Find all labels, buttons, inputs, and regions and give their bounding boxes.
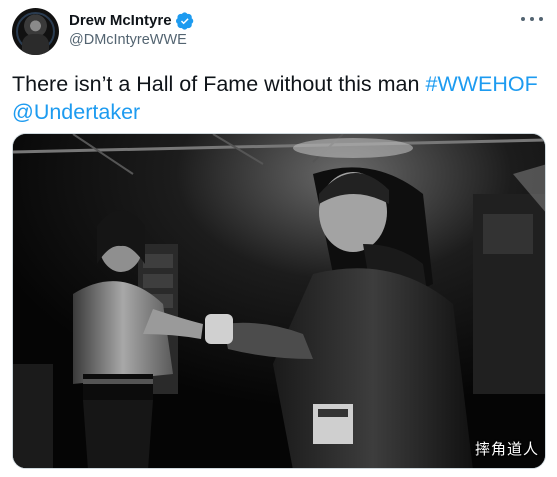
author-display-name[interactable]: Drew McIntyre bbox=[69, 11, 172, 30]
more-options-icon[interactable] bbox=[521, 12, 543, 26]
tweet-card: Drew McIntyre @DMcIntyreWWE There isn’t … bbox=[0, 0, 557, 477]
author-name-row[interactable]: Drew McIntyre bbox=[69, 11, 194, 30]
photo-watermark: 摔角道人 bbox=[474, 440, 539, 458]
hashtag-link[interactable]: #WWEHOF bbox=[425, 72, 537, 96]
tweet-text: There isn’t a Hall of Fame without this … bbox=[12, 70, 547, 126]
tweet-body: There isn’t a Hall of Fame without this … bbox=[12, 72, 426, 96]
mention-link[interactable]: @Undertaker bbox=[12, 100, 140, 124]
tweet-photo[interactable]: 摔角道人 bbox=[12, 133, 546, 469]
photo-scene bbox=[13, 134, 545, 468]
author-handle[interactable]: @DMcIntyreWWE bbox=[69, 31, 187, 50]
verified-badge-icon bbox=[175, 11, 193, 30]
author-avatar[interactable] bbox=[12, 8, 59, 55]
